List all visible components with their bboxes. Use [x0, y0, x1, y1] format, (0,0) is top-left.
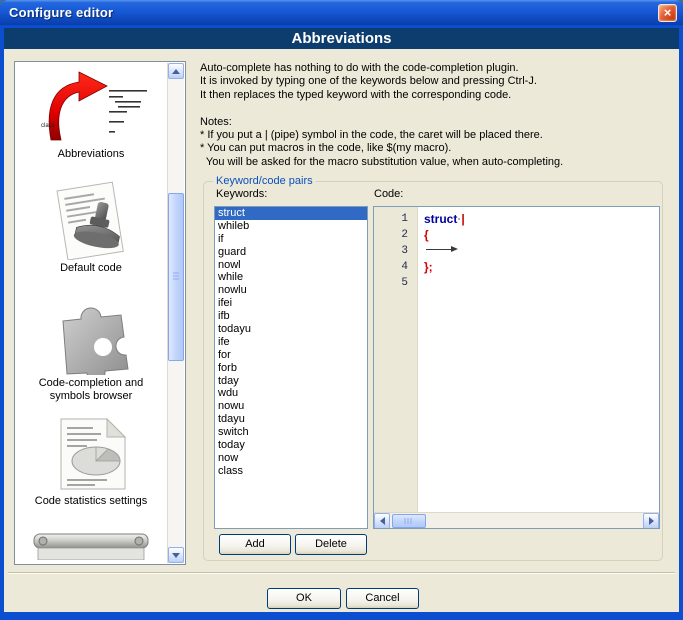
code-token: [424, 245, 458, 254]
scroll-up-icon[interactable]: [168, 63, 184, 79]
keyword-item[interactable]: forb: [215, 362, 367, 375]
code-statistics-icon: [60, 417, 127, 490]
keyword-item[interactable]: nowlu: [215, 284, 367, 297]
code-horizontal-scrollbar[interactable]: [374, 512, 659, 528]
keywords-label: Keywords:: [216, 188, 268, 200]
scroll-left-icon[interactable]: [374, 513, 390, 528]
sidebar-items: class Abbreviations Default code Code-co…: [15, 62, 167, 562]
ok-button[interactable]: OK: [267, 588, 341, 609]
code-text-area[interactable]: struct·|{};: [419, 207, 659, 512]
delete-button[interactable]: Delete: [295, 534, 367, 555]
keyword-item[interactable]: today: [215, 439, 367, 452]
sidebar-item-label: Abbreviations: [57, 148, 125, 160]
intro-line: It then replaces the typed keyword with …: [200, 88, 512, 101]
intro-line: * If you put a | (pipe) symbol in the co…: [200, 129, 543, 142]
keyword-item[interactable]: if: [215, 233, 367, 246]
code-line: {: [424, 227, 659, 243]
sidebar-item-default-code[interactable]: Default code: [15, 180, 167, 275]
keyword-item[interactable]: tday: [215, 375, 367, 388]
title-bar[interactable]: Configure editor ×: [0, 0, 683, 25]
intro-line: Auto-complete has nothing to do with the…: [200, 62, 519, 74]
code-token: struct: [424, 212, 458, 226]
footer-divider: [8, 572, 675, 574]
add-button[interactable]: Add: [219, 534, 291, 555]
sidebar-scrollbar-thumb[interactable]: [168, 193, 184, 361]
intro-line: You will be asked for the macro substitu…: [200, 155, 564, 168]
dialog-client-area: class Abbreviations Default code Code-co…: [4, 49, 679, 612]
keyword-code-pairs-group: Keyword/code pairs Keywords: Code: struc…: [203, 175, 663, 561]
keyword-item[interactable]: nowu: [215, 400, 367, 413]
keyword-item[interactable]: nowl: [215, 259, 367, 272]
sidebar-scrollbar[interactable]: [167, 63, 184, 563]
code-token: |: [461, 212, 465, 226]
sidebar-item-label: Code statistics settings: [34, 495, 148, 507]
category-sidebar[interactable]: class Abbreviations Default code Code-co…: [14, 61, 186, 565]
line-number: 4: [401, 261, 408, 273]
line-number-gutter: 1 2 3 4 5: [374, 207, 418, 512]
code-line: [424, 243, 659, 259]
keyword-item[interactable]: ife: [215, 336, 367, 349]
code-line: };: [424, 259, 659, 275]
keyword-item[interactable]: for: [215, 349, 367, 362]
group-title: Keyword/code pairs: [213, 175, 316, 187]
keyword-item[interactable]: struct: [215, 207, 367, 220]
intro-line: It is invoked by typing one of the keywo…: [200, 75, 537, 88]
configure-editor-window: Configure editor × Abbreviations class A…: [0, 0, 683, 620]
page-title: Abbreviations: [291, 30, 392, 47]
toolbar-partial-icon: [33, 533, 149, 560]
intro-line: Notes:: [200, 115, 232, 128]
intro-line: [200, 102, 672, 115]
keyword-item[interactable]: wdu: [215, 387, 367, 400]
keyword-item[interactable]: tdayu: [215, 413, 367, 426]
code-editor[interactable]: 1 2 3 4 5 struct·|{};: [373, 206, 660, 529]
abbreviations-icon: class: [41, 71, 147, 141]
sidebar-item-abbreviations[interactable]: class Abbreviations: [15, 70, 167, 161]
line-number: 3: [401, 245, 408, 257]
keyword-item[interactable]: switch: [215, 426, 367, 439]
keyword-item[interactable]: class: [215, 465, 367, 478]
line-number: 5: [401, 277, 408, 289]
sidebar-item-partial[interactable]: [15, 530, 167, 562]
keyword-item[interactable]: todayu: [215, 323, 367, 336]
window-title: Configure editor: [9, 5, 114, 20]
scroll-right-icon[interactable]: [643, 513, 659, 528]
code-token: {: [424, 228, 429, 242]
keyword-item[interactable]: now: [215, 452, 367, 465]
cancel-button[interactable]: Cancel: [346, 588, 419, 609]
default-code-icon: [56, 181, 124, 260]
puzzle-icon: [62, 307, 129, 375]
code-label: Code:: [374, 188, 404, 200]
scroll-down-icon[interactable]: [168, 547, 184, 563]
sidebar-item-label: Code-completion and symbols browser: [38, 377, 144, 402]
keyword-item[interactable]: ifei: [215, 297, 367, 310]
svg-text:class: class: [41, 123, 55, 129]
sidebar-item-code-completion[interactable]: Code-completion and symbols browser: [15, 303, 167, 403]
keyword-item[interactable]: while: [215, 271, 367, 284]
page-header: Abbreviations: [4, 28, 679, 49]
keyword-item[interactable]: guard: [215, 246, 367, 259]
code-line: struct·|: [424, 211, 659, 227]
code-scrollbar-thumb[interactable]: [392, 514, 426, 528]
line-number: 1: [401, 213, 408, 225]
intro-text: Auto-complete has nothing to do with the…: [200, 62, 672, 169]
sidebar-item-label: Default code: [60, 262, 122, 274]
keyword-item[interactable]: whileb: [215, 220, 367, 233]
keyword-item[interactable]: ifb: [215, 310, 367, 323]
sidebar-item-label: [87, 560, 95, 562]
intro-line: * You can put macros in the code, like $…: [200, 142, 452, 155]
keywords-listbox[interactable]: struct whileb if guard nowl while nowlu ifei ifb…: [214, 206, 368, 529]
code-token: };: [424, 260, 433, 274]
sidebar-item-code-statistics[interactable]: Code statistics settings: [15, 415, 167, 508]
close-icon[interactable]: ×: [658, 4, 677, 22]
line-number: 2: [401, 229, 408, 241]
